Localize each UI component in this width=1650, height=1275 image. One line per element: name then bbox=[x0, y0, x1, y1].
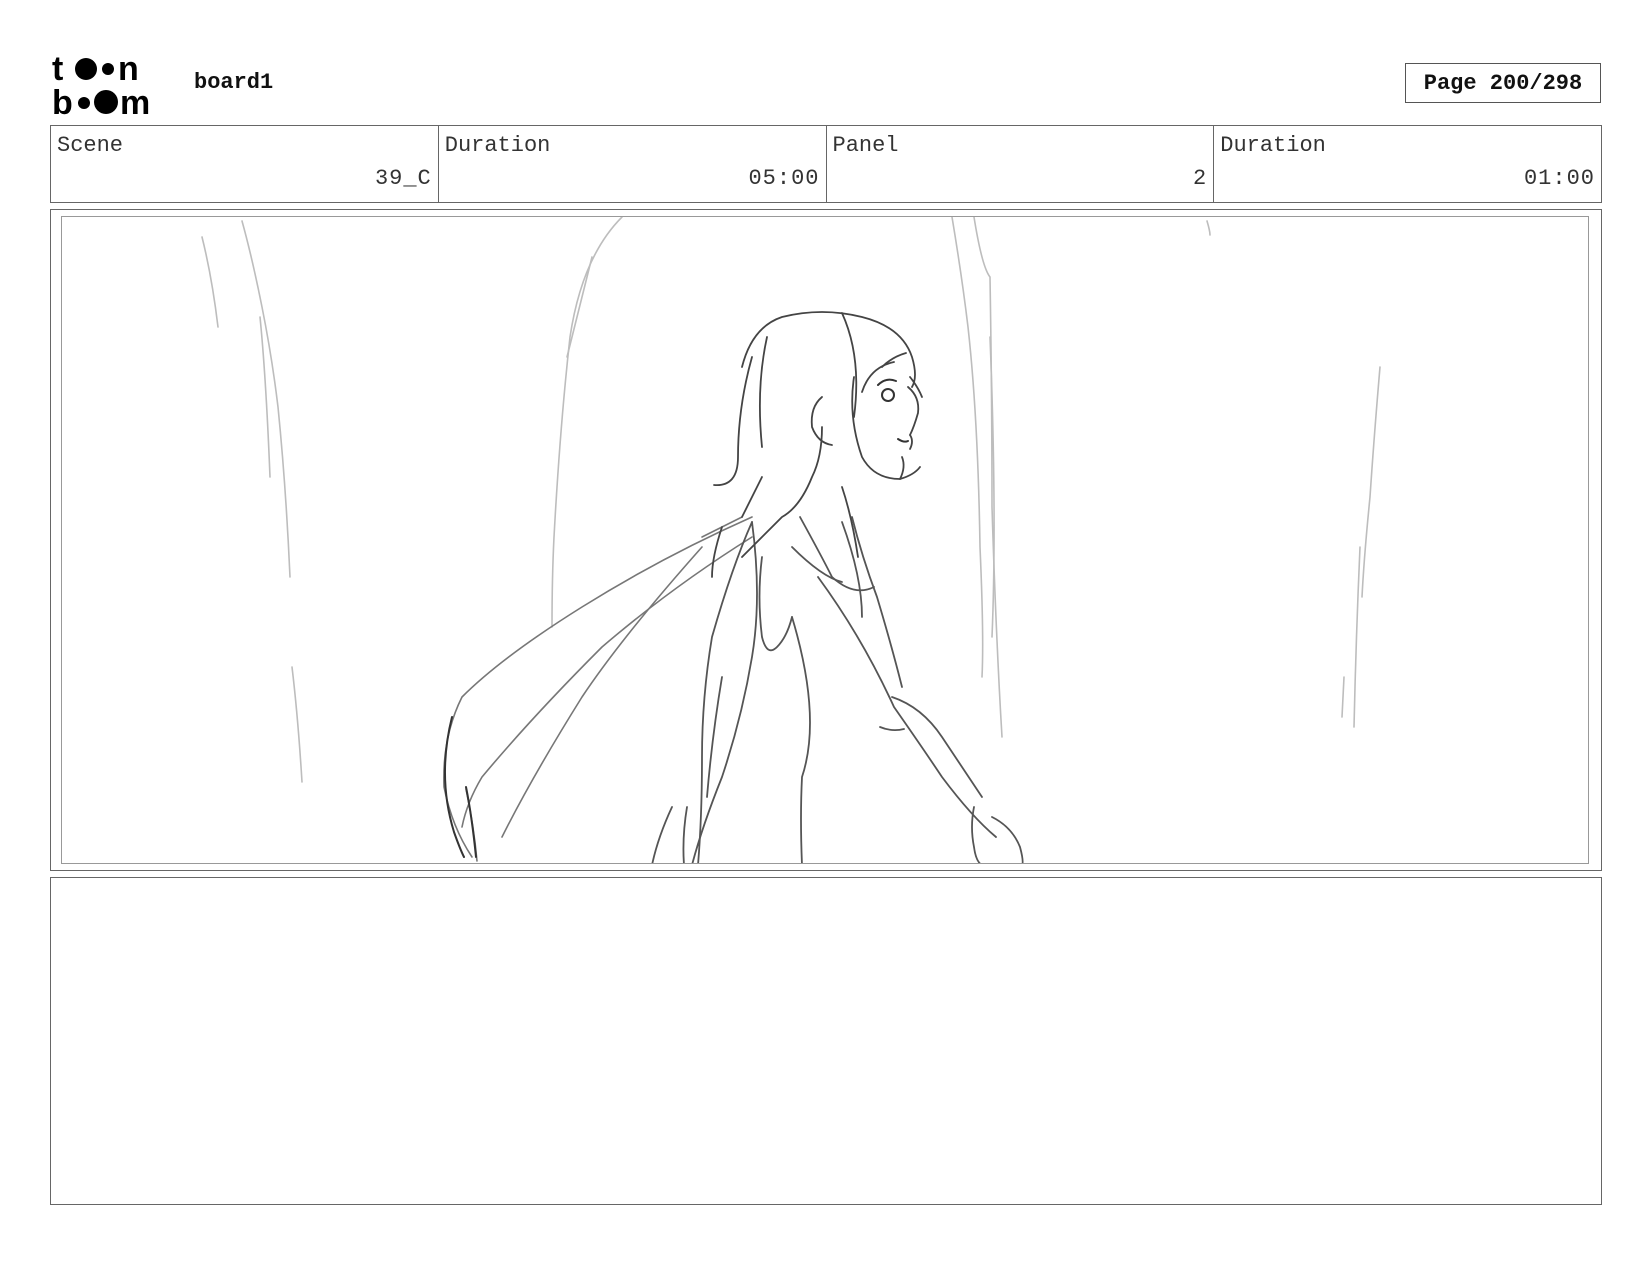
project-title: board1 bbox=[194, 70, 274, 95]
scene-duration-cell: Duration 05:00 bbox=[439, 126, 827, 202]
panel-duration-cell: Duration 01:00 bbox=[1214, 126, 1601, 202]
scene-value: 39_C bbox=[374, 166, 432, 191]
girl-body bbox=[651, 516, 1024, 863]
girl-walking-sketch bbox=[201, 217, 1381, 863]
toon-boom-logo: t n b m bbox=[52, 50, 170, 122]
page-indicator: Page 200/298 bbox=[1405, 63, 1601, 103]
svg-text:b: b bbox=[52, 84, 73, 118]
svg-text:n: n bbox=[118, 52, 139, 88]
page-label: Page 200/298 bbox=[1423, 70, 1583, 96]
svg-text:t: t bbox=[52, 52, 63, 88]
panel-cell: Panel 2 bbox=[827, 126, 1215, 202]
info-table: Scene 39_C Duration 05:00 Panel 2 Durati… bbox=[50, 125, 1602, 203]
panel-notes-box[interactable] bbox=[50, 877, 1602, 1205]
panel-duration-label: Duration bbox=[1220, 133, 1326, 158]
storyboard-panel[interactable] bbox=[50, 209, 1602, 871]
scene-duration-label: Duration bbox=[444, 133, 551, 158]
panel-label: Panel bbox=[832, 133, 899, 158]
svg-text:m: m bbox=[120, 84, 150, 118]
panel-duration-value: 01:00 bbox=[1523, 166, 1595, 191]
scene-cell: Scene 39_C bbox=[51, 126, 439, 202]
scene-label: Scene bbox=[57, 133, 124, 158]
panel-value: 2 bbox=[1193, 166, 1208, 191]
panel-image-area[interactable] bbox=[61, 216, 1589, 864]
tree-trunks bbox=[201, 217, 1381, 783]
scene-duration-value: 05:00 bbox=[748, 166, 820, 191]
girl-face bbox=[877, 378, 909, 443]
girl-head bbox=[711, 311, 923, 578]
